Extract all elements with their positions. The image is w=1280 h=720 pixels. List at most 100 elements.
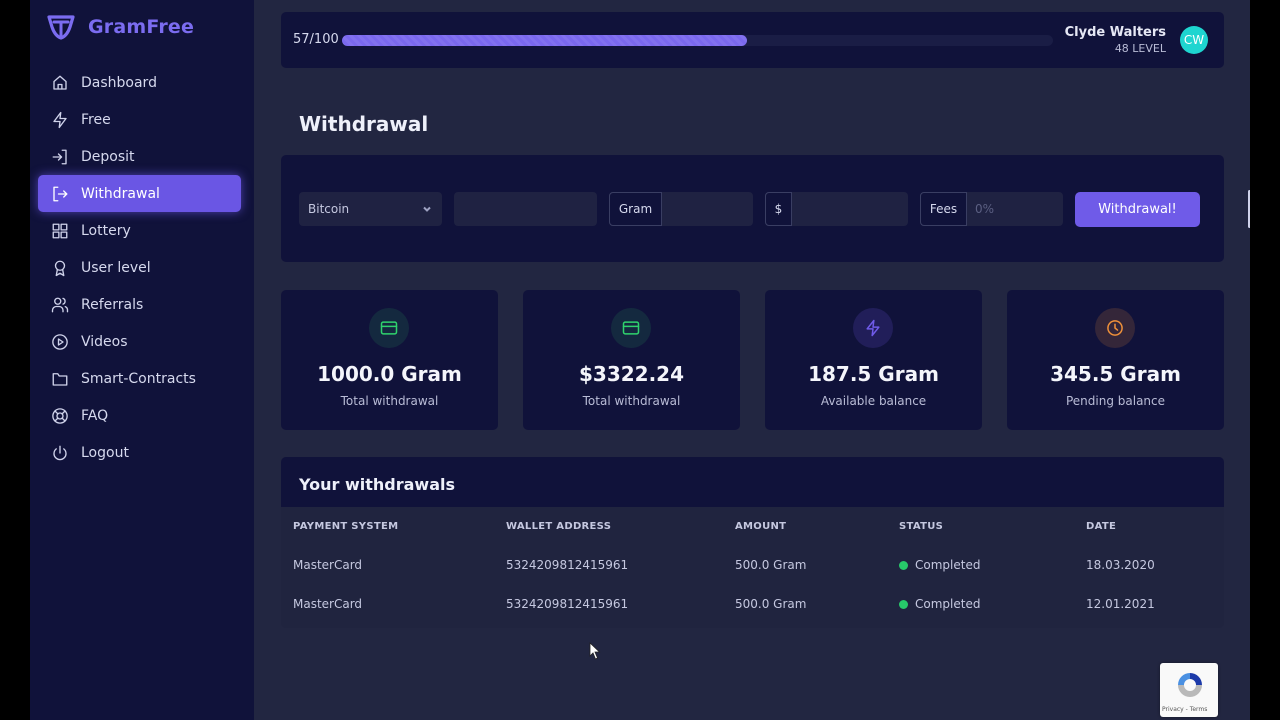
sidebar-item-free[interactable]: Free	[38, 101, 241, 138]
column-header-amount: AMOUNT	[735, 521, 787, 532]
sidebar-item-lottery[interactable]: Lottery	[38, 212, 241, 249]
status-dot-icon	[899, 560, 908, 570]
usd-addon: $	[765, 192, 792, 226]
level-progress-bar: 57/100 Clyde Walters 48 LEVEL CW	[281, 12, 1224, 68]
usd-amount-field: $	[765, 192, 908, 226]
stat-value: 187.5 Gram	[808, 362, 939, 386]
sidebar-item-referrals[interactable]: Referrals	[38, 286, 241, 323]
cell-amount: 500.0 Gram	[735, 597, 807, 611]
sidebar-item-label: Deposit	[81, 148, 135, 165]
sidebar-item-label: FAQ	[81, 407, 109, 424]
sidebar-item-label: Free	[81, 111, 111, 128]
clock-icon	[1095, 308, 1135, 348]
home-icon	[51, 74, 69, 92]
folder-icon	[51, 370, 69, 388]
cell-wallet-address: 5324209812415961	[506, 558, 629, 572]
cell-wallet-address: 5324209812415961	[506, 597, 629, 611]
status-dot-icon	[899, 599, 908, 609]
fees-addon: Fees	[920, 192, 967, 226]
wallet-address-field	[454, 192, 597, 226]
page-title: Withdrawal	[299, 112, 429, 136]
sidebar-item-label: User level	[81, 259, 151, 276]
withdrawal-form: Bitcoin Gram $ Fees Withdrawal!	[281, 155, 1224, 262]
table-row: MasterCard 5324209812415961 500.0 Gram C…	[281, 547, 1224, 586]
fees-field: Fees	[920, 192, 1063, 226]
progress-track	[342, 35, 1053, 46]
stat-value: 1000.0 Gram	[317, 362, 462, 386]
power-icon	[51, 444, 69, 462]
cell-status: Completed	[899, 558, 980, 572]
sidebar-item-label: Smart-Contracts	[81, 370, 196, 387]
wallet-address-input[interactable]	[454, 192, 597, 226]
gram-addon: Gram	[609, 192, 662, 226]
table-title: Your withdrawals	[299, 475, 455, 494]
stat-value: 345.5 Gram	[1050, 362, 1181, 386]
logo[interactable]: GramFree	[46, 14, 194, 40]
sidebar-item-label: Referrals	[81, 296, 144, 313]
column-header-payment-system: PAYMENT SYSTEM	[293, 521, 399, 532]
sidebar-item-videos[interactable]: Videos	[38, 323, 241, 360]
stat-card-pending-balance: 345.5 Gram Pending balance	[1007, 290, 1224, 430]
stat-caption: Pending balance	[1065, 394, 1166, 408]
scrollbar-thumb[interactable]	[1248, 190, 1250, 228]
gramfree-logo-icon	[47, 15, 75, 40]
cell-date: 18.03.2020	[1086, 558, 1155, 572]
stat-value: $3322.24	[578, 362, 684, 386]
lightning-icon	[51, 111, 69, 129]
withdrawal-submit-button[interactable]: Withdrawal!	[1075, 192, 1200, 227]
column-header-wallet-address: WALLET ADDRESS	[506, 521, 612, 532]
sidebar-item-label: Lottery	[81, 222, 131, 239]
cell-status: Completed	[899, 597, 980, 611]
recaptcha-terms[interactable]: Privacy - Terms	[1162, 706, 1207, 713]
stat-card-available-balance: 187.5 Gram Available balance	[765, 290, 982, 430]
sidebar-item-smart-contracts[interactable]: Smart-Contracts	[38, 360, 241, 397]
recaptcha-badge[interactable]: Privacy - Terms	[1160, 663, 1218, 717]
stat-card-total-withdrawal-usd: $3322.24 Total withdrawal	[523, 290, 740, 430]
status-text: Completed	[915, 558, 981, 572]
table-column-headers: PAYMENT SYSTEM WALLET ADDRESS AMOUNT STA…	[281, 507, 1224, 547]
sidebar-nav: Dashboard Free Deposit Withdrawal Lotter…	[38, 64, 241, 471]
sidebar-item-dashboard[interactable]: Dashboard	[38, 64, 241, 101]
logout-arrow-icon	[51, 185, 69, 203]
sidebar-item-logout[interactable]: Logout	[38, 434, 241, 471]
stat-caption: Available balance	[820, 394, 927, 408]
cell-date: 12.01.2021	[1086, 597, 1155, 611]
column-header-date: DATE	[1086, 521, 1117, 532]
play-circle-icon	[51, 333, 69, 351]
award-icon	[51, 259, 69, 277]
login-icon	[51, 148, 69, 166]
sidebar: GramFree Dashboard Free Deposit Withdraw…	[30, 0, 254, 720]
payment-system-select[interactable]: Bitcoin	[299, 192, 442, 226]
mouse-cursor-icon	[589, 642, 601, 660]
chevron-down-icon	[422, 203, 432, 213]
progress-fill	[342, 35, 748, 46]
stat-caption: Total withdrawal	[340, 394, 439, 408]
table-header-bar: Your withdrawals	[281, 457, 1224, 507]
sidebar-item-withdrawal[interactable]: Withdrawal	[38, 175, 241, 212]
status-text: Completed	[915, 597, 981, 611]
sidebar-item-faq[interactable]: FAQ	[38, 397, 241, 434]
cell-amount: 500.0 Gram	[735, 558, 807, 572]
cell-payment-system: MasterCard	[293, 558, 363, 572]
gram-amount-field: Gram	[609, 192, 753, 226]
app-name: GramFree	[88, 16, 195, 38]
sidebar-item-deposit[interactable]: Deposit	[38, 138, 241, 175]
sidebar-item-label: Logout	[81, 444, 129, 461]
sidebar-item-user-level[interactable]: User level	[38, 249, 241, 286]
gram-amount-input[interactable]	[662, 192, 753, 226]
app-frame: GramFree Dashboard Free Deposit Withdraw…	[30, 0, 1250, 720]
lifebuoy-icon	[51, 407, 69, 425]
cell-payment-system: MasterCard	[293, 597, 363, 611]
user-level: 48 LEVEL	[1114, 42, 1166, 55]
credit-card-icon	[611, 308, 651, 348]
column-header-status: STATUS	[899, 521, 944, 532]
recaptcha-icon	[1178, 673, 1202, 697]
avatar[interactable]: CW	[1180, 26, 1208, 54]
sidebar-item-label: Videos	[81, 333, 128, 350]
credit-card-icon	[369, 308, 409, 348]
fees-input[interactable]	[967, 192, 1063, 226]
users-icon	[51, 296, 69, 314]
user-name[interactable]: Clyde Walters	[1065, 25, 1166, 40]
usd-amount-input[interactable]	[792, 192, 908, 226]
progress-label: 57/100	[293, 32, 339, 47]
